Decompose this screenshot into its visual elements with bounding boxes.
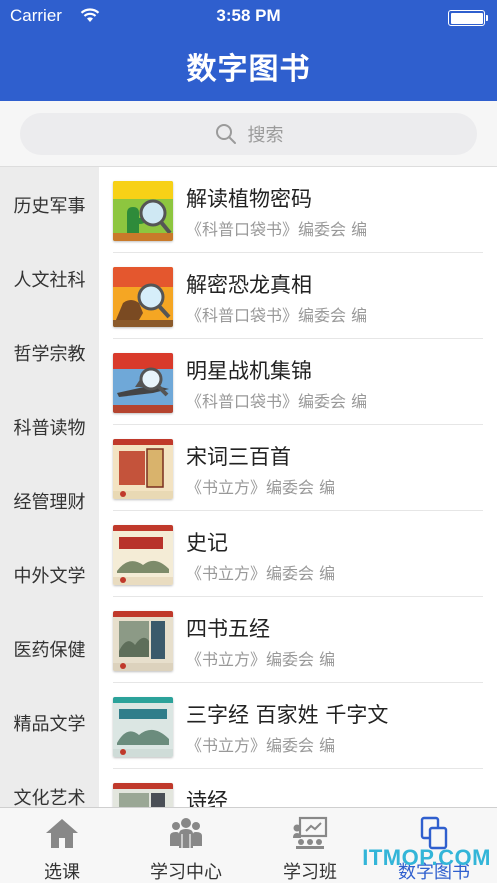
book-author: 《书立方》编委会 编: [186, 736, 336, 755]
watermark: ITMOP.COM: [362, 845, 491, 870]
book-title: 解读植物密码: [186, 187, 312, 211]
book-title: 解密恐龙真相: [186, 273, 312, 297]
page-title: 数字图书: [186, 52, 311, 87]
book-author: 《书立方》编委会 编: [186, 564, 336, 583]
book-author: 《书立方》编委会 编: [186, 478, 336, 497]
category-item[interactable]: 人文社科: [0, 266, 99, 292]
book-cover: [113, 181, 173, 241]
category-item[interactable]: 哲学宗教: [0, 340, 99, 366]
book-row[interactable]: 四书五经 《书立方》编委会 编: [99, 597, 497, 683]
book-row[interactable]: 三字经 百家姓 千字文 《书立方》编委会 编: [99, 683, 497, 769]
book-title: 宋词三百首: [186, 445, 291, 469]
book-row[interactable]: 宋词三百首 《书立方》编委会 编: [99, 425, 497, 511]
book-title: 四书五经: [186, 617, 270, 641]
book-cover: [113, 611, 173, 671]
tab-study-class[interactable]: 学习班: [248, 808, 372, 883]
book-cover: [113, 439, 173, 499]
battery-icon: [448, 10, 488, 26]
header: Carrier 3:58 PM 数字图书: [0, 0, 497, 101]
category-item[interactable]: 精品文学: [0, 710, 99, 736]
status-bar: Carrier 3:58 PM: [0, 0, 497, 34]
home-icon: [46, 819, 78, 848]
status-time: 3:58 PM: [216, 6, 281, 25]
book-title: 诗经: [186, 789, 228, 807]
search-input[interactable]: 搜索: [20, 113, 477, 155]
book-author: 《科普口袋书》编委会 编: [186, 306, 368, 325]
category-item[interactable]: 中外文学: [0, 562, 99, 588]
tab-learning-center[interactable]: 学习中心: [124, 808, 248, 883]
book-cover: [113, 267, 173, 327]
book-cover: [113, 697, 173, 757]
book-row[interactable]: 明星战机集锦 《科普口袋书》编委会 编: [99, 339, 497, 425]
book-cover: [113, 525, 173, 585]
book-row[interactable]: 解读植物密码 《科普口袋书》编委会 编: [99, 167, 497, 253]
search-placeholder: 搜索: [247, 125, 284, 146]
book-row[interactable]: 史记 《书立方》编委会 编: [99, 511, 497, 597]
book-author: 《科普口袋书》编委会 编: [186, 220, 368, 239]
category-item[interactable]: 历史军事: [0, 192, 99, 218]
book-row[interactable]: 解密恐龙真相 《科普口袋书》编委会 编: [99, 253, 497, 339]
tab-label: 选课: [44, 862, 80, 883]
tab-label: 学习班: [283, 862, 337, 883]
category-item[interactable]: 医药保健: [0, 636, 99, 662]
category-item[interactable]: 科普读物: [0, 414, 99, 440]
tab-course-selection[interactable]: 选课: [0, 808, 124, 883]
tab-label: 学习中心: [150, 862, 222, 883]
book-cover: [113, 783, 173, 807]
book-row[interactable]: 诗经: [99, 769, 497, 807]
book-author: 《书立方》编委会 编: [186, 650, 336, 669]
search-bar: 搜索: [0, 101, 497, 167]
classroom-icon: [293, 816, 328, 849]
book-cover: [113, 353, 173, 413]
category-item[interactable]: 经管理财: [0, 488, 99, 514]
book-author: 《科普口袋书》编委会 编: [186, 392, 368, 411]
category-sidebar: 历史军事 人文社科 哲学宗教 科普读物 经管理财 中外文学 医药保健 精品文学 …: [0, 167, 99, 807]
book-title: 史记: [186, 531, 228, 555]
search-icon: [215, 124, 236, 144]
book-list: 解读植物密码 《科普口袋书》编委会 编 解密恐龙真相 《科普口袋书》编委会 编: [99, 167, 497, 807]
book-title: 三字经 百家姓 千字文: [186, 703, 389, 727]
category-item[interactable]: 文化艺术: [0, 784, 99, 807]
book-title: 明星战机集锦: [186, 359, 312, 383]
group-icon: [170, 818, 202, 848]
